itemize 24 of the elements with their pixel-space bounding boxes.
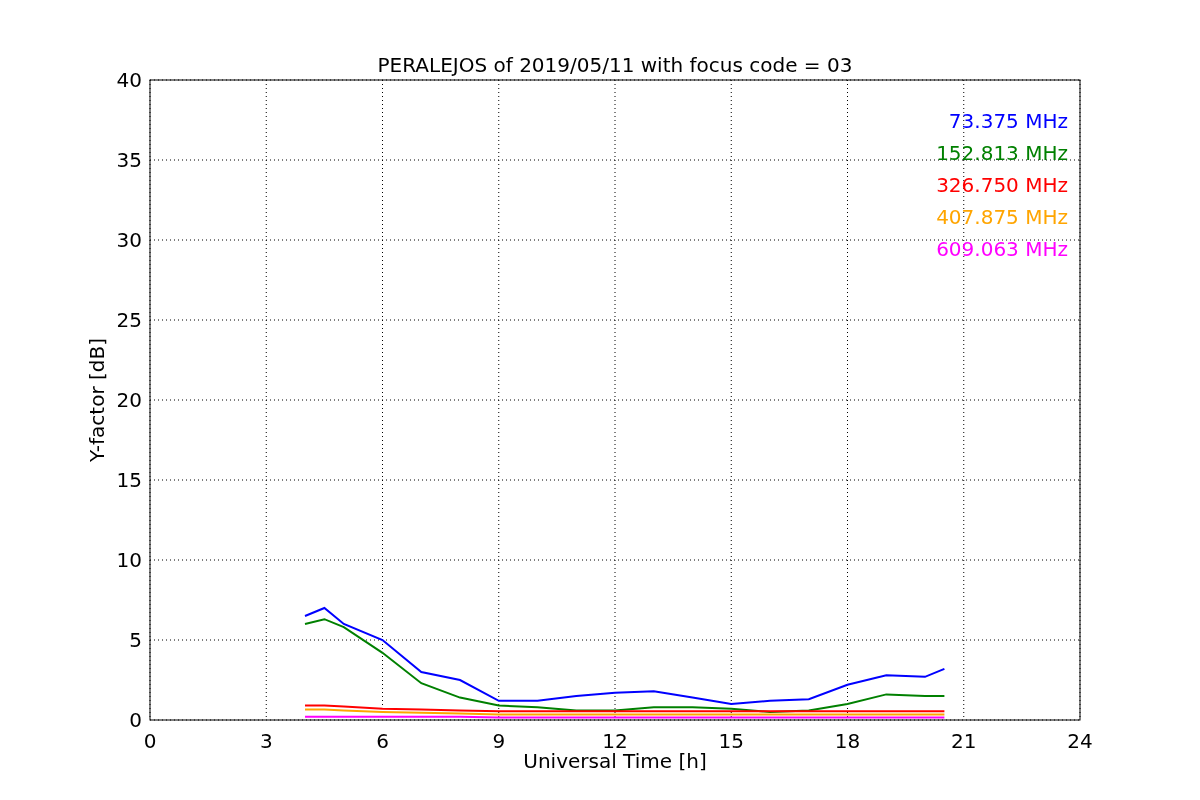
x-tick-label: 15 xyxy=(718,729,744,753)
legend-label: 609.063 MHz xyxy=(936,237,1068,261)
y-tick-label: 35 xyxy=(116,148,142,172)
legend-label: 407.875 MHz xyxy=(936,205,1068,229)
y-tick-label: 0 xyxy=(129,708,142,732)
x-tick-label: 6 xyxy=(376,729,389,753)
x-tick-label: 3 xyxy=(259,729,273,753)
y-tick-label: 25 xyxy=(116,308,142,332)
x-tick-label: 18 xyxy=(834,729,861,753)
x-tick-label: 21 xyxy=(951,729,977,753)
y-axis-label: Y-factor [dB] xyxy=(85,338,109,462)
y-tick-label: 40 xyxy=(116,68,142,92)
chart-title: PERALEJOS of 2019/05/11 with focus code = 03 xyxy=(377,53,853,77)
y-tick-label: 30 xyxy=(116,228,142,252)
legend-label: 73.375 MHz xyxy=(948,109,1068,133)
legend-label: 326.750 MHz xyxy=(936,173,1068,197)
legend-label: 152.813 MHz xyxy=(936,141,1068,165)
y-tick-label: 10 xyxy=(116,548,142,572)
x-tick-label: 9 xyxy=(492,729,506,753)
x-tick-label: 0 xyxy=(143,729,157,753)
x-tick-label: 24 xyxy=(1067,729,1093,753)
y-tick-label: 15 xyxy=(116,468,142,492)
y-tick-label: 5 xyxy=(129,628,142,652)
y-tick-label: 20 xyxy=(116,388,142,412)
